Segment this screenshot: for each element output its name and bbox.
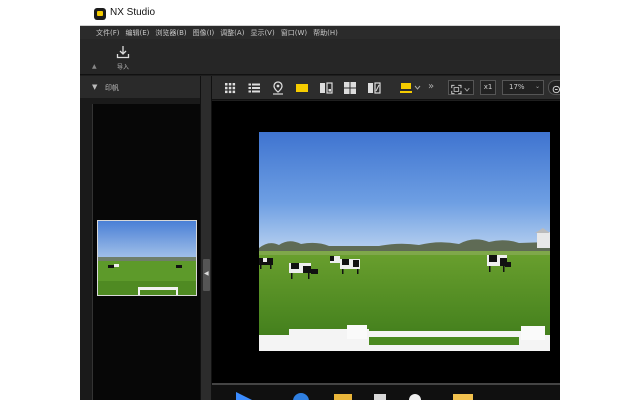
main-photo[interactable] <box>259 132 550 351</box>
import-toolbar: ▲ 导入 <box>80 39 560 75</box>
grid-view-icon[interactable] <box>222 80 238 96</box>
collapse-up-icon[interactable]: ▲ <box>92 63 97 70</box>
before-after-icon[interactable] <box>366 80 382 96</box>
single-image-icon[interactable] <box>294 80 310 96</box>
map-pin-icon[interactable] <box>270 80 286 96</box>
collapse-panel-handle[interactable]: ◀ <box>203 259 210 291</box>
app-window: NX Studio 文件(F) 编辑(E) 浏览器(B) 图像(I) 调整(A)… <box>80 0 560 400</box>
import-label: 导入 <box>116 64 129 71</box>
left-panel-title: 印帆 <box>105 84 119 92</box>
menu-help[interactable]: 帮助(H) <box>313 28 338 38</box>
import-button[interactable]: 导入 <box>112 43 134 73</box>
menu-browser[interactable]: 浏览器(B) <box>155 28 186 38</box>
menu-bar: 文件(F) 编辑(E) 浏览器(B) 图像(I) 调整(A) 显示(V) 窗口(… <box>80 26 560 39</box>
cows-thumbnail-image <box>98 221 196 295</box>
menu-file[interactable]: 文件(F) <box>96 28 120 38</box>
folder-icon[interactable] <box>332 391 354 400</box>
play-icon[interactable] <box>234 391 256 400</box>
nx-studio-logo-icon <box>94 8 106 20</box>
fit-screen-icon <box>451 84 470 95</box>
chevron-down-icon: ⌄ <box>534 83 540 90</box>
menu-view[interactable]: 显示(V) <box>250 28 274 38</box>
cows-meadow-image <box>259 132 550 351</box>
title-bar: NX Studio <box>80 0 560 26</box>
filmstrip <box>212 385 560 400</box>
fit-screen-button[interactable] <box>448 80 474 95</box>
chevron-left-icon: ◀ <box>204 270 209 277</box>
photo-thumbnail[interactable] <box>97 220 197 296</box>
left-panel: ▼ 印帆 <box>80 76 203 400</box>
globe-icon[interactable] <box>290 391 312 400</box>
thumbnail-area <box>92 104 200 400</box>
image-viewer <box>212 101 560 383</box>
document-icon[interactable] <box>368 391 390 400</box>
menu-adjust[interactable]: 调整(A) <box>220 28 244 38</box>
app-title: NX Studio <box>110 7 156 18</box>
menu-edit[interactable]: 编辑(E) <box>126 28 150 38</box>
zoom-value: 17% <box>509 83 525 91</box>
zoom-1x-button[interactable]: x1 <box>480 80 496 95</box>
zoom-out-button[interactable] <box>548 80 560 95</box>
explorer-folder-icon[interactable] <box>450 391 476 400</box>
menu-image[interactable]: 图像(I) <box>193 28 215 38</box>
compare-icon[interactable] <box>318 80 334 96</box>
menu-window[interactable]: 窗口(W) <box>281 28 307 38</box>
search-icon[interactable] <box>404 391 426 400</box>
list-view-icon[interactable] <box>246 80 262 96</box>
import-download-icon <box>116 46 130 59</box>
left-panel-header[interactable]: ▼ 印帆 <box>80 76 203 98</box>
zoom-select[interactable]: 17% ⌄ <box>502 80 544 95</box>
zoom-out-icon <box>552 85 560 94</box>
quad-view-icon[interactable] <box>342 80 358 96</box>
chevron-down-icon[interactable]: ▼ <box>92 83 97 91</box>
more-icon[interactable]: » <box>428 81 434 92</box>
panel-splitter[interactable]: ◀ <box>200 76 212 400</box>
view-toolbar: » x1 17% ⌄ <box>212 76 560 100</box>
filmstrip-toggle-icon[interactable] <box>398 80 422 96</box>
